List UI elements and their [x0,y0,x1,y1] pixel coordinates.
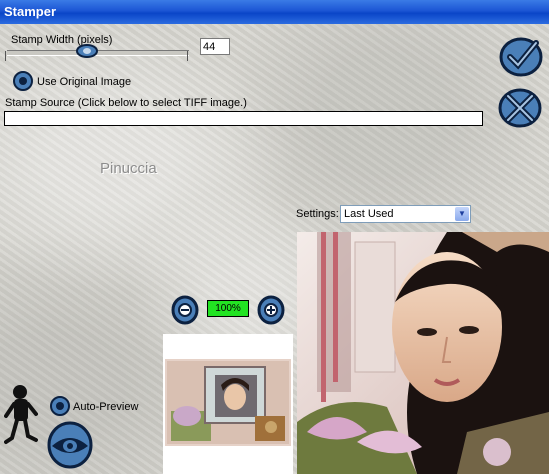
eye-preview-icon[interactable] [46,420,94,470]
zoom-level: 100% [207,300,249,317]
cancel-x-button[interactable] [498,86,544,130]
preview-artwork [297,232,549,474]
auto-preview-label: Auto-Preview [73,401,139,413]
title-bar: Stamper [0,0,549,24]
chevron-down-icon: ▼ [455,207,469,221]
thumbnail-artwork [167,361,289,444]
settings-label: Settings: [296,208,339,220]
preview-image[interactable] [297,232,549,474]
stamp-width-input[interactable] [200,38,230,55]
use-original-label: Use Original Image [37,76,132,88]
help-figure-icon[interactable] [4,384,40,454]
watermark-text: Pinuccia [100,160,157,177]
auto-preview-toggle-icon[interactable] [49,395,71,417]
slider-tick-right [187,51,188,61]
ok-check-button[interactable] [498,33,544,77]
zoom-out-icon[interactable] [170,294,200,326]
stamp-source-field[interactable] [4,111,483,126]
settings-selected: Last Used [344,208,394,220]
window-title: Stamper [4,4,57,19]
stamp-source-label: Stamp Source (Click below to select TIFF… [5,97,247,109]
slider-tick-left [5,51,6,61]
zoom-in-icon[interactable] [256,294,286,326]
use-original-toggle-icon[interactable] [12,70,34,92]
thumbnail-image[interactable] [165,359,291,446]
slider-thumb[interactable] [75,42,99,60]
thumbnail-top-strip [163,334,293,356]
settings-dropdown[interactable]: Last Used ▼ [340,205,471,223]
